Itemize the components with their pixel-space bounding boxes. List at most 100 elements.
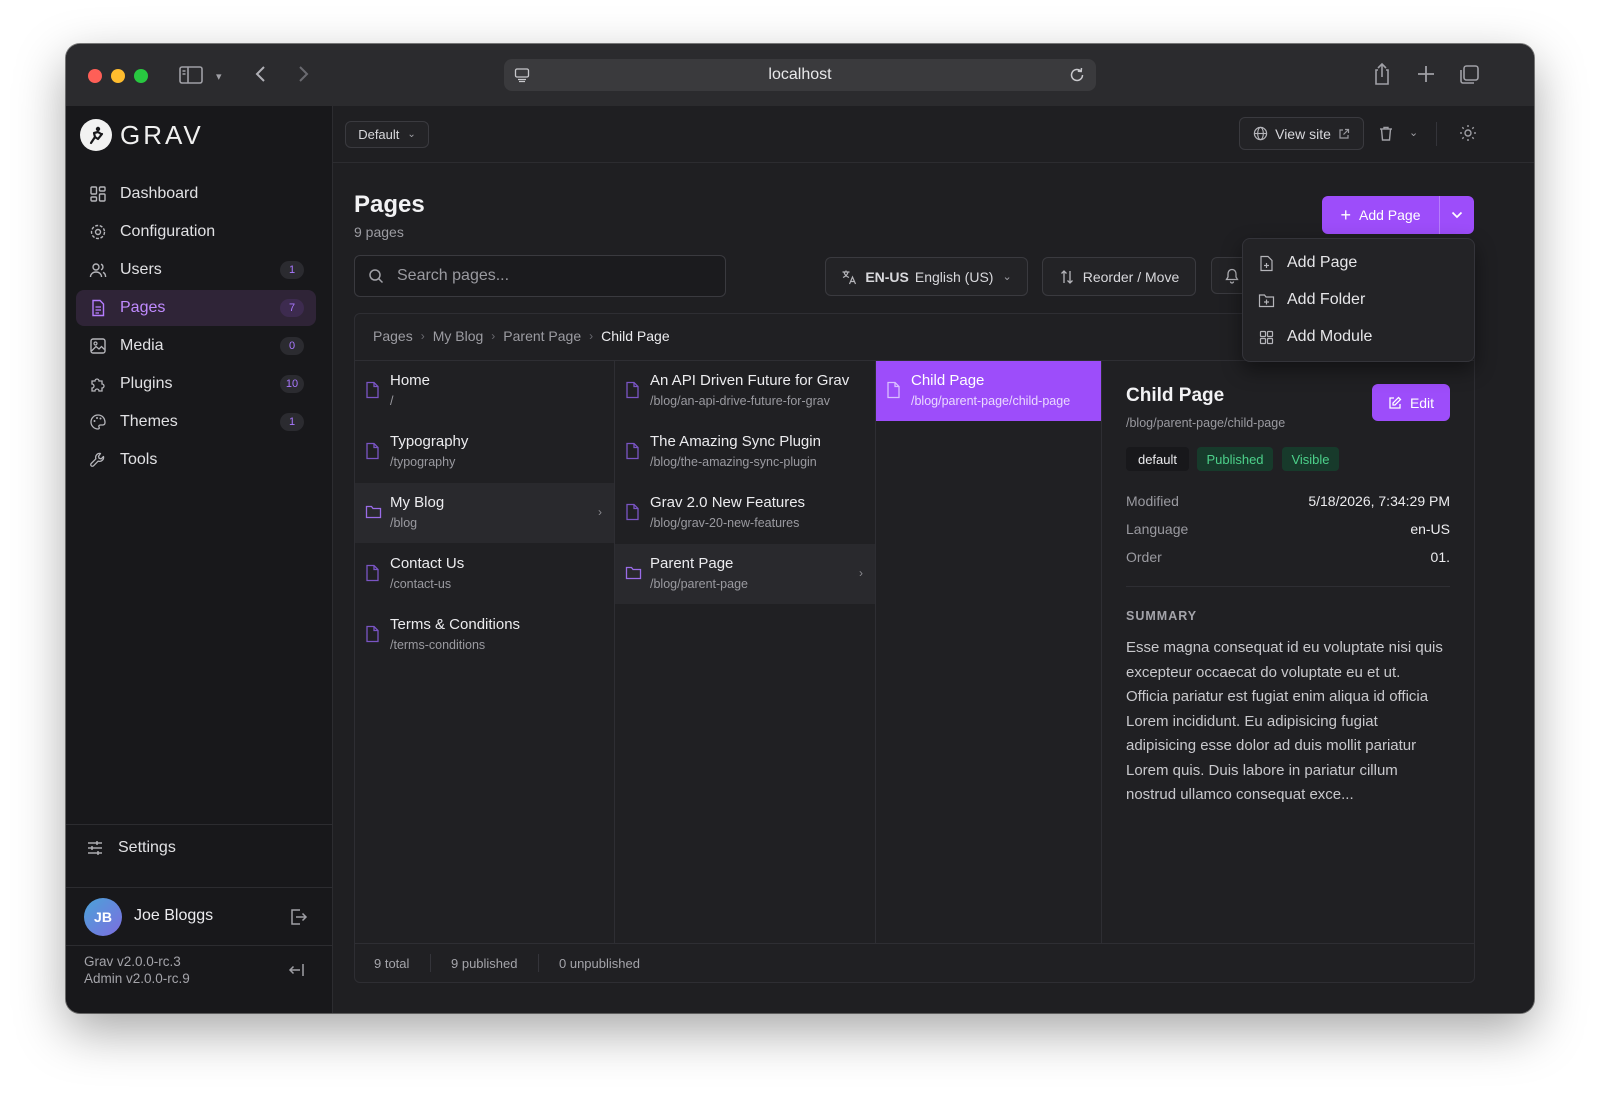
page-row-child-page[interactable]: Child Page /blog/parent-page/child-page [876,361,1101,421]
logout-icon[interactable] [288,907,308,932]
language-name: English (US) [914,268,994,285]
share-icon[interactable] [1372,62,1392,89]
add-page-split-button: + Add Page [1322,196,1474,234]
zoom-window-button[interactable] [134,69,148,83]
count-badge: 0 [280,337,304,355]
language-select[interactable]: EN-US English (US) ⌄ [825,257,1028,296]
close-window-button[interactable] [88,69,102,83]
sliders-icon [86,839,106,857]
add-page-menu: Add Page Add Folder Add Module [1242,238,1475,362]
chevron-right-icon: › [420,329,425,343]
breadcrumb-item[interactable]: Parent Page [503,328,581,344]
reorder-move-button[interactable]: Reorder / Move [1042,257,1196,296]
visibility-badge: Visible [1282,447,1339,471]
chevron-right-icon: › [859,566,863,580]
breadcrumb-current: Child Page [601,328,670,344]
menu-item-label: Add Folder [1287,291,1366,308]
sidebar-item-pages[interactable]: Pages 7 [76,290,316,326]
chevron-right-icon: › [598,505,602,519]
page-slug: /blog/parent-page [650,577,748,591]
page-row-home[interactable]: Home / [355,361,614,421]
sidebar-item-plugins[interactable]: Plugins 10 [76,366,316,402]
folder-icon [365,504,382,524]
chevron-down-icon[interactable]: ▾ [216,68,222,86]
pages-browser: Pages › My Blog › Parent Page › Child Pa… [354,313,1475,983]
sort-icon [1059,269,1075,285]
chevron-down-icon: ⌄ [407,129,416,140]
browser-window: ▾ localhost GRAV Dashboard Configuration… [66,44,1534,1013]
sidebar-nav: Dashboard Configuration Users 1 Pages 7 … [76,176,316,480]
page-row-amazing-sync-plugin[interactable]: The Amazing Sync Plugin /blog/the-amazin… [615,422,875,482]
page-row-grav-2-features[interactable]: Grav 2.0 New Features /blog/grav-20-new-… [615,483,875,543]
sidebar-item-label: Pages [120,299,166,316]
sidebar-item-label: Users [120,261,162,278]
new-tab-icon[interactable] [1416,64,1436,87]
view-site-button[interactable]: View site [1239,117,1364,150]
page-title: My Blog [390,494,445,511]
sidebar-item-themes[interactable]: Themes 1 [76,404,316,440]
page-column-parent: Child Page /blog/parent-page/child-page [876,360,1102,944]
add-page-menu-toggle[interactable] [1440,196,1474,234]
summary-line: nostrud ullamco consequat exce... [1126,786,1354,803]
sidebar-item-settings[interactable]: Settings [86,839,176,857]
sidebar-item-configuration[interactable]: Configuration [76,214,316,250]
divider [538,954,539,972]
count-badge: 1 [280,413,304,431]
folder-icon [625,565,642,585]
main-content: Default ⌄ View site ⌄ Pages 9 pages + Ad… [333,106,1534,1013]
summary-heading: SUMMARY [1126,609,1198,623]
page-row-api-driven-future[interactable]: An API Driven Future for Grav /blog/an-a… [615,361,875,421]
address-bar[interactable]: localhost [504,59,1096,91]
language-code: EN-US [865,268,909,285]
edit-button[interactable]: Edit [1372,384,1450,421]
search-pages-field[interactable]: Search pages... [354,255,726,297]
file-plus-icon [1257,255,1275,272]
forward-icon[interactable] [296,64,310,87]
back-icon[interactable] [254,64,268,87]
chevron-down-icon[interactable]: ⌄ [1409,126,1418,139]
trash-icon[interactable] [1378,125,1394,147]
theme-toggle-icon[interactable] [1459,124,1477,147]
menu-item-add-module[interactable]: Add Module [1257,326,1372,348]
sidebar-item-users[interactable]: Users 1 [76,252,316,288]
divider [430,954,431,972]
reload-icon[interactable] [1068,66,1086,89]
menu-item-add-page[interactable]: Add Page [1257,252,1357,274]
sidebar-footer: Settings JB Joe Bloggs Grav v2.0.0-rc.3 … [66,824,332,986]
users-icon [88,260,108,280]
collapse-sidebar-icon[interactable] [288,962,306,983]
menu-item-label: Add Page [1287,254,1358,271]
page-row-parent-page[interactable]: Parent Page /blog/parent-page › [615,544,875,604]
add-page-button[interactable]: + Add Page [1322,196,1439,234]
page-row-my-blog[interactable]: My Blog /blog › [355,483,614,543]
user-name[interactable]: Joe Bloggs [134,907,213,925]
page-row-contact-us[interactable]: Contact Us /contact-us [355,544,614,604]
breadcrumb-item[interactable]: Pages [373,328,413,344]
sidebar-toggle-icon[interactable] [179,65,203,88]
sidebar-item-dashboard[interactable]: Dashboard [76,176,316,212]
grav-logo[interactable]: GRAV [80,118,204,152]
grav-logo-icon [80,119,112,151]
summary-line: Esse magna consequat id eu voluptate nis… [1126,639,1443,656]
order-value: 01. [1430,549,1450,565]
tab-overview-icon[interactable] [1458,64,1480,89]
modified-label: Modified [1126,493,1179,509]
menu-item-add-folder[interactable]: Add Folder [1257,289,1365,311]
detail-slug: /blog/parent-page/child-page [1126,416,1286,430]
avatar[interactable]: JB [84,898,122,936]
minimize-window-button[interactable] [111,69,125,83]
page-row-terms-conditions[interactable]: Terms & Conditions /terms-conditions [355,605,614,665]
chevron-down-icon [1451,211,1463,219]
sidebar-item-label: Media [120,337,164,354]
user-profile: JB Joe Bloggs [66,887,332,946]
environment-select[interactable]: Default ⌄ [345,121,429,148]
chevron-right-icon: › [589,329,594,343]
language-label: Language [1126,521,1189,537]
sidebar-item-media[interactable]: Media 0 [76,328,316,364]
search-input[interactable]: Search pages... [397,267,509,285]
breadcrumb-item[interactable]: My Blog [433,328,484,344]
sidebar-item-tools[interactable]: Tools [76,442,316,478]
page-row-typography[interactable]: Typography /typography [355,422,614,482]
page-title: Parent Page [650,555,734,572]
sidebar-item-label: Configuration [120,223,216,240]
